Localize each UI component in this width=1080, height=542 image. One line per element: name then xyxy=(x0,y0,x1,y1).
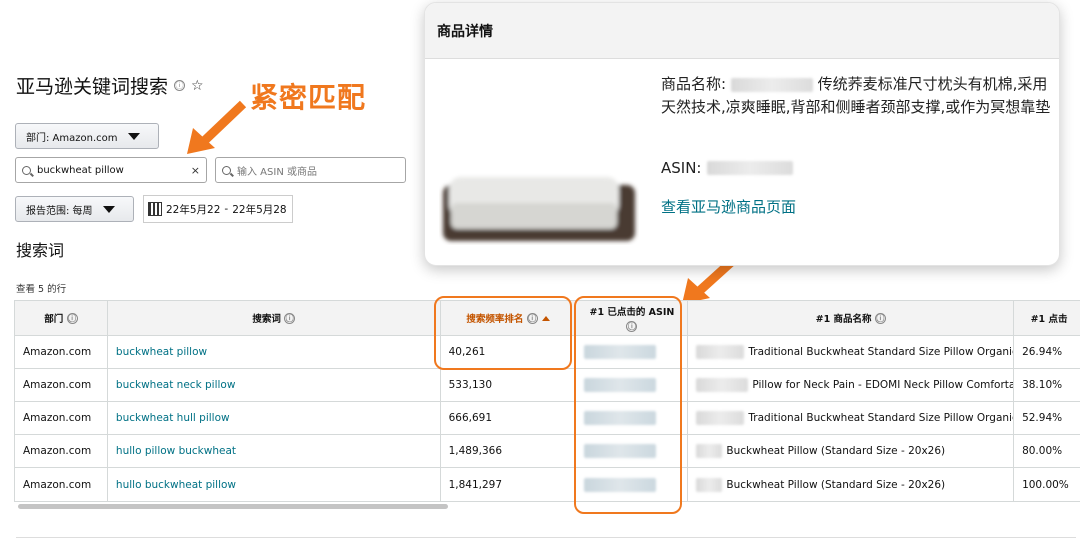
product-name-prefix: 商品名称: xyxy=(661,75,727,93)
date-separator: - xyxy=(224,203,229,215)
popover-title: 商品详情 xyxy=(425,3,1059,59)
cell-product-name[interactable]: Traditional Buckwheat Standard Size Pill… xyxy=(688,336,1015,368)
search-icon xyxy=(222,165,231,175)
view-product-page-link[interactable]: 查看亚马逊商品页面 xyxy=(661,196,796,217)
redacted-brand xyxy=(696,444,723,458)
chevron-down-icon xyxy=(127,132,140,140)
cell-department: Amazon.com xyxy=(15,369,108,401)
header-label: #1 点击 xyxy=(1030,314,1068,325)
cell-product-name[interactable]: Traditional Buckwheat Standard Size Pill… xyxy=(688,402,1015,434)
product-details-popover: 商品详情 商品名称: 传统荞麦标准尺寸枕头有机棉,采用天然技术,凉爽睡眠,背部和… xyxy=(424,2,1060,266)
header-label: 部门 xyxy=(44,314,64,325)
product-asin: ASIN: xyxy=(661,159,794,177)
product-name-text: Pillow for Neck Pain - EDOMI Neck Pillow… xyxy=(752,379,1015,391)
redacted-brand xyxy=(696,477,723,492)
department-dropdown[interactable]: 部门: Amazon.com xyxy=(15,123,159,149)
cell-department: Amazon.com xyxy=(15,336,108,368)
cell-click-share: 80.00% xyxy=(1022,445,1063,457)
highlight-asin-box xyxy=(574,296,682,514)
info-icon[interactable]: ⓘ xyxy=(284,312,296,324)
asin-label: ASIN: xyxy=(661,159,702,177)
highlight-rank-box xyxy=(434,296,572,370)
header-label: #1 商品名称 xyxy=(815,314,872,325)
header-search-term[interactable]: 搜索词 ⓘ xyxy=(108,301,441,335)
redacted-brand xyxy=(696,411,745,425)
cell-search-term-link[interactable]: hullo buckwheat pillow xyxy=(108,468,441,501)
header-label: 搜索词 xyxy=(252,314,281,325)
table-row: Amazon.com buckwheat hull pillow 666,691… xyxy=(15,402,1080,435)
cell-department: Amazon.com xyxy=(15,402,108,434)
redacted-asin xyxy=(707,161,794,175)
department-dropdown-label: 部门: Amazon.com xyxy=(26,132,118,144)
cell-click-share: 26.94% xyxy=(1022,346,1063,358)
cell-product-name[interactable]: Pillow for Neck Pain - EDOMI Neck Pillow… xyxy=(688,369,1015,401)
header-product-name[interactable]: #1 商品名称 ⓘ xyxy=(688,301,1015,335)
cell-click-share: 52.94% xyxy=(1022,412,1063,424)
cell-frequency-rank: 666,691 xyxy=(441,402,577,434)
date-end[interactable]: 22年5月28 xyxy=(232,202,286,217)
info-icon[interactable]: ⓘ xyxy=(66,312,78,324)
redacted-brand xyxy=(696,378,749,392)
table-row: Amazon.com hullo pillow buckwheat 1,489,… xyxy=(15,435,1080,468)
cell-click-share: 38.10% xyxy=(1022,379,1063,391)
product-name-text: Buckwheat Pillow (Standard Size - 20x26) xyxy=(726,478,946,491)
info-icon[interactable]: ⓘ xyxy=(174,80,186,91)
cell-department: Amazon.com xyxy=(15,435,108,467)
search-input-value: buckwheat pillow xyxy=(37,164,124,176)
search-icon xyxy=(22,165,31,175)
cell-frequency-rank: 1,489,366 xyxy=(441,435,577,467)
page-title: 亚马逊关键词搜索 ⓘ ☆ xyxy=(16,72,204,99)
cell-department: Amazon.com xyxy=(15,468,108,501)
product-name-text: Traditional Buckwheat Standard Size Pill… xyxy=(748,346,1015,358)
header-click-share[interactable]: #1 点击 xyxy=(1014,301,1080,335)
table-row: Amazon.com buckwheat neck pillow 533,130… xyxy=(15,369,1080,402)
asin-input[interactable]: 输入 ASIN 或商品 xyxy=(215,157,406,183)
redacted-brand xyxy=(730,77,813,92)
horizontal-scrollbar[interactable] xyxy=(18,504,448,509)
date-start[interactable]: 22年5月22 xyxy=(166,202,220,217)
product-name-text: Buckwheat Pillow (Standard Size - 20x26) xyxy=(726,445,946,457)
cell-product-name[interactable]: Buckwheat Pillow (Standard Size - 20x26) xyxy=(688,468,1015,501)
annotation-label: 紧密匹配 xyxy=(250,81,367,114)
asin-input-placeholder: 输入 ASIN 或商品 xyxy=(237,166,317,178)
cell-search-term-link[interactable]: hullo pillow buckwheat xyxy=(108,435,441,467)
product-image xyxy=(443,177,635,241)
cell-search-term-link[interactable]: buckwheat pillow xyxy=(108,336,441,368)
cell-product-name[interactable]: Buckwheat Pillow (Standard Size - 20x26) xyxy=(688,435,1015,467)
redacted-brand xyxy=(696,345,745,359)
chevron-down-icon xyxy=(102,205,115,213)
report-range-dropdown[interactable]: 报告范围: 每周 xyxy=(15,196,134,222)
search-input[interactable]: buckwheat pillow × xyxy=(15,157,207,183)
info-icon[interactable]: ⓘ xyxy=(874,312,886,324)
report-range-label: 报告范围: 每周 xyxy=(26,205,93,217)
cell-frequency-rank: 1,841,297 xyxy=(441,468,577,501)
product-name-text: Traditional Buckwheat Standard Size Pill… xyxy=(748,412,1015,424)
page-title-text: 亚马逊关键词搜索 xyxy=(16,76,169,98)
product-name-detail: 商品名称: 传统荞麦标准尺寸枕头有机棉,采用天然技术,凉爽睡眠,背部和侧睡者颈部… xyxy=(661,73,1051,119)
calendar-icon xyxy=(148,202,162,216)
divider xyxy=(16,537,1076,538)
cell-click-share: 100.00% xyxy=(1022,478,1069,491)
cell-frequency-rank: 533,130 xyxy=(441,369,577,401)
star-icon[interactable]: ☆ xyxy=(191,78,204,94)
table-row: Amazon.com hullo buckwheat pillow 1,841,… xyxy=(15,468,1080,501)
header-department[interactable]: 部门 ⓘ xyxy=(15,301,108,335)
date-range-picker[interactable]: 22年5月22 - 22年5月28 xyxy=(143,195,293,223)
annotation-arrow-search xyxy=(187,100,247,154)
rows-count: 查看 5 的行 xyxy=(16,284,67,295)
section-title: 搜索词 xyxy=(16,241,65,260)
cell-search-term-link[interactable]: buckwheat neck pillow xyxy=(108,369,441,401)
cell-search-term-link[interactable]: buckwheat hull pillow xyxy=(108,402,441,434)
close-icon[interactable]: × xyxy=(191,164,200,177)
